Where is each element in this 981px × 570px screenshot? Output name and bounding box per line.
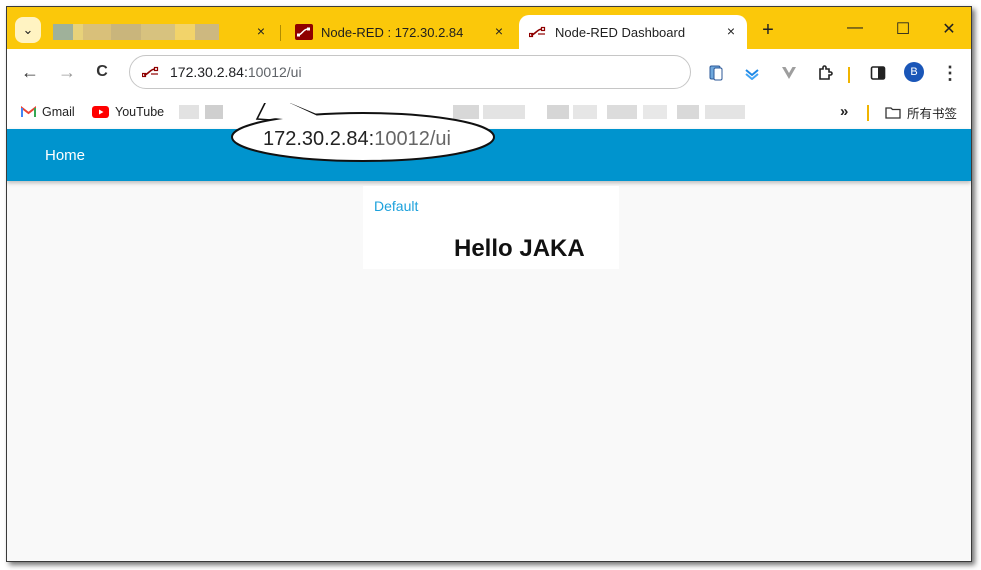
extension-icon[interactable]: [742, 63, 762, 83]
blurred-bookmark[interactable]: [677, 105, 699, 119]
node-red-icon: [295, 23, 313, 41]
blurred-bookmark[interactable]: [179, 105, 199, 119]
blurred-bookmark[interactable]: [547, 105, 569, 119]
back-button[interactable]: ←: [19, 61, 41, 83]
blurred-bookmark[interactable]: [643, 105, 667, 119]
more-bookmarks-button[interactable]: »: [840, 103, 848, 120]
bookmark-label: 所有书签: [907, 106, 958, 121]
profile-avatar[interactable]: B: [904, 62, 924, 82]
tab-node-red-editor[interactable]: Node-RED : 172.30.2.84 ×: [285, 15, 515, 49]
chevron-down-icon: ⌄: [22, 22, 34, 37]
blurred-bookmark[interactable]: [573, 105, 597, 119]
tab-close-icon[interactable]: ×: [723, 23, 739, 39]
address-text: 172.30.2.84:10012/ui: [170, 64, 302, 80]
bookmark-label: Gmail: [42, 105, 75, 119]
callout-text: 172.30.2.84:10012/ui: [263, 128, 451, 150]
bookmark-youtube[interactable]: YouTube: [92, 103, 164, 121]
blurred-bookmark[interactable]: [205, 105, 223, 119]
node-red-icon: [141, 65, 160, 79]
bookmark-gmail[interactable]: Gmail: [21, 103, 75, 121]
side-panel-icon[interactable]: [868, 63, 888, 83]
reload-button[interactable]: C: [91, 61, 113, 83]
dashboard-group-card: Default Hello JAKA: [363, 186, 619, 269]
tab-blurred[interactable]: ×: [49, 15, 277, 49]
translate-icon[interactable]: [706, 63, 726, 83]
url-callout: 172.30.2.84:10012/ui: [231, 103, 495, 162]
gmail-icon: [21, 106, 36, 118]
blurred-tab-title: [53, 24, 219, 40]
close-window-icon[interactable]: ✕: [939, 19, 959, 39]
group-label: Default: [374, 198, 419, 214]
forward-button[interactable]: →: [56, 61, 78, 83]
new-tab-button[interactable]: +: [758, 20, 778, 41]
text-widget-value: Hello JAKA: [454, 235, 585, 262]
puzzle-icon[interactable]: [815, 63, 835, 83]
tab-close-icon[interactable]: ×: [253, 23, 269, 39]
bookmark-label: YouTube: [115, 105, 165, 119]
address-bar[interactable]: 172.30.2.84:10012/ui: [129, 55, 691, 89]
tab-close-icon[interactable]: ×: [491, 23, 507, 39]
tab-search-button[interactable]: ⌄: [15, 17, 41, 43]
browser-toolbar: ← → C 172.30.2.84:10012/ui B ⋮: [7, 49, 971, 95]
tab-title: Node-RED Dashboard: [555, 24, 686, 40]
dashboard-title: Home: [45, 147, 86, 164]
tab-strip: ⌄ × Node-RED : 172.30.2.84 × Node-RED Da…: [7, 7, 971, 49]
menu-icon[interactable]: ⋮: [940, 63, 960, 83]
bookmarks-divider: [867, 105, 869, 121]
node-red-icon: [529, 23, 547, 41]
blurred-bookmark[interactable]: [705, 105, 745, 119]
blurred-bookmark[interactable]: [607, 105, 637, 119]
minimize-icon[interactable]: —: [845, 19, 865, 37]
youtube-icon: [92, 106, 109, 118]
tab-divider: [280, 25, 281, 41]
toolbar-divider: [848, 67, 850, 83]
tab-title: Node-RED : 172.30.2.84: [321, 24, 464, 40]
browser-window: ⌄ × Node-RED : 172.30.2.84 × Node-RED Da…: [6, 6, 972, 562]
tab-node-red-dashboard[interactable]: Node-RED Dashboard ×: [519, 15, 747, 49]
all-bookmarks-button[interactable]: 所有书签: [885, 103, 957, 121]
vue-devtools-icon[interactable]: [779, 63, 799, 83]
folder-icon: [885, 106, 901, 119]
maximize-icon[interactable]: ☐: [893, 19, 913, 39]
